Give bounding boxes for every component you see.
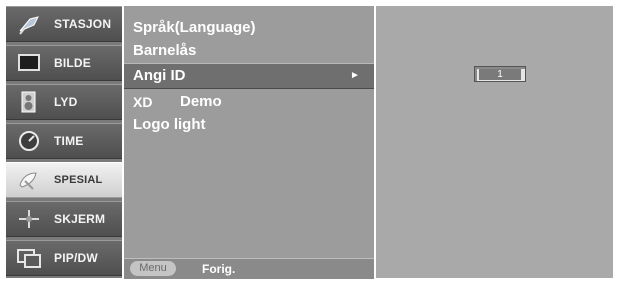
- sidebar-item-label: TIME: [54, 134, 84, 148]
- sidebar-item-label: LYD: [54, 95, 78, 109]
- menu-item-child-lock[interactable]: Barnelås: [124, 39, 374, 63]
- sidebar-item-label: BILDE: [54, 56, 91, 70]
- menu-item-language[interactable]: Språk(Language): [124, 16, 374, 40]
- sidebar-item-skjerm[interactable]: SKJERM: [6, 201, 122, 237]
- sidebar-item-label: SKJERM: [54, 212, 106, 226]
- sidebar-item-label: STASJON: [54, 17, 112, 31]
- category-sidebar: STASJON BILDE LYD TIME SPESIAL SKJERM PI…: [6, 6, 122, 278]
- menu-footer: Menu Forig.: [124, 258, 374, 279]
- menu-item-label: Språk(Language): [133, 19, 256, 36]
- set-id-value-box[interactable]: 1: [474, 66, 526, 82]
- sidebar-item-label: SPESIAL: [54, 174, 103, 186]
- sidebar-item-time[interactable]: TIME: [6, 123, 122, 159]
- arrow-right-icon: ►: [350, 70, 360, 81]
- menu-item-label: Angi ID: [133, 67, 186, 84]
- sidebar-item-label: PIP/DW: [54, 251, 98, 265]
- clock-icon: [19, 131, 39, 151]
- antenna-icon: [19, 16, 39, 35]
- svg-text:XD: XD: [133, 95, 152, 109]
- set-id-value: 1: [479, 69, 521, 80]
- sidebar-item-spesial[interactable]: SPESIAL: [6, 162, 122, 198]
- preview-area: 1: [376, 6, 613, 278]
- satellite-dish-icon: [19, 172, 37, 190]
- options-panel: Språk(Language) Barnelås Angi ID ► XD De…: [124, 6, 374, 279]
- menu-item-label: Barnelås: [133, 42, 197, 59]
- menu-item-logo-light[interactable]: Logo light: [124, 113, 374, 137]
- tv-osd-menu: STASJON BILDE LYD TIME SPESIAL SKJERM PI…: [0, 0, 619, 281]
- speaker-icon: [21, 91, 36, 113]
- pip-icon: [17, 249, 41, 268]
- sidebar-item-stasjon[interactable]: STASJON: [6, 6, 122, 42]
- sidebar-item-lyd[interactable]: LYD: [6, 84, 122, 120]
- tv-screen-icon: [18, 54, 40, 71]
- menu-item-label: Demo: [180, 93, 222, 110]
- screen-adjust-icon: [19, 210, 39, 228]
- menu-key-button[interactable]: Menu: [130, 261, 176, 276]
- xd-logo: XD: [133, 95, 152, 109]
- menu-item-set-id[interactable]: Angi ID ►: [124, 63, 374, 89]
- menu-item-label: Logo light: [133, 116, 206, 133]
- back-hint-label: Forig.: [202, 262, 236, 276]
- sidebar-item-bilde[interactable]: BILDE: [6, 45, 122, 81]
- sidebar-item-pip-dw[interactable]: PIP/DW: [6, 240, 122, 276]
- menu-item-xd-demo[interactable]: XD Demo: [124, 90, 374, 114]
